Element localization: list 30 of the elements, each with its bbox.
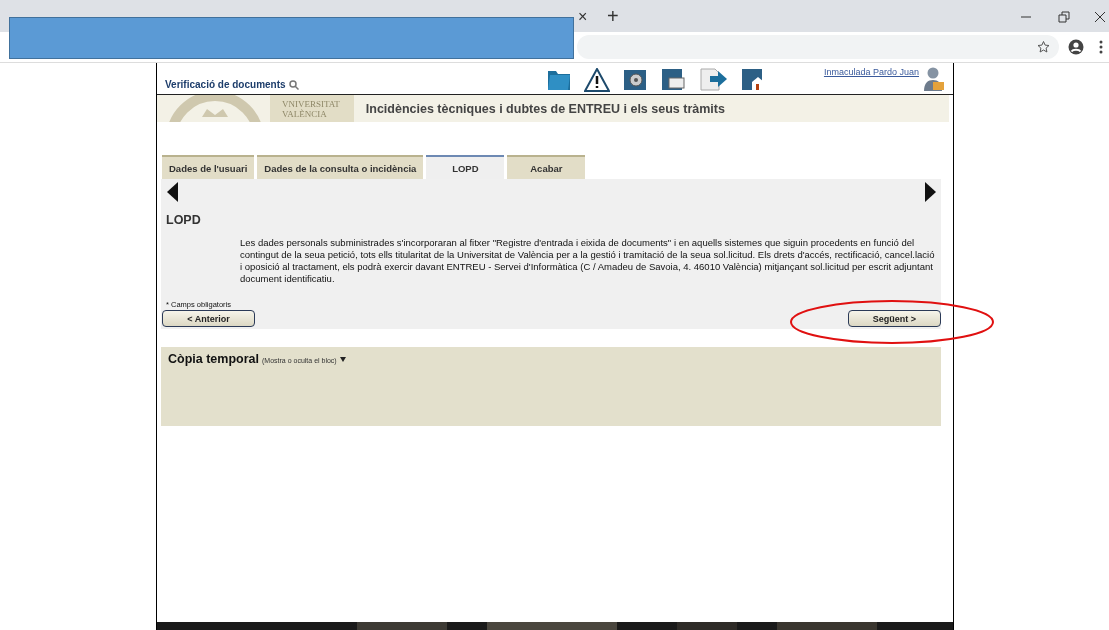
form-tab[interactable]: LOPD bbox=[426, 155, 505, 179]
next-button[interactable]: Següent > bbox=[848, 310, 941, 327]
previous-arrow-icon[interactable] bbox=[167, 182, 179, 202]
user-link[interactable]: Inmaculada Pardo Juan bbox=[823, 67, 919, 77]
menu-icon[interactable] bbox=[1099, 40, 1103, 54]
close-tab-button[interactable]: × bbox=[578, 8, 588, 26]
previous-button[interactable]: < Anterior bbox=[162, 310, 255, 327]
new-tab-button[interactable]: + bbox=[607, 5, 619, 28]
star-icon[interactable] bbox=[1037, 40, 1050, 54]
search-icon[interactable] bbox=[288, 79, 299, 90]
verify-documents-link[interactable]: Verificació de documents bbox=[165, 79, 286, 90]
profile-icon[interactable] bbox=[1068, 39, 1084, 55]
panel-title: Còpia temporal bbox=[168, 352, 259, 366]
document-arrow-icon[interactable] bbox=[697, 66, 728, 92]
caret-icon[interactable] bbox=[339, 356, 346, 362]
user-icon bbox=[923, 66, 945, 92]
form-tab[interactable]: Dades de l'usuari bbox=[162, 155, 255, 179]
close-icon[interactable] bbox=[1094, 11, 1106, 23]
next-arrow-icon[interactable] bbox=[924, 182, 936, 202]
form-tab[interactable]: Acabar bbox=[507, 155, 586, 179]
section-heading: LOPD bbox=[166, 213, 202, 227]
restore-icon[interactable] bbox=[1058, 11, 1070, 23]
warning-icon[interactable] bbox=[583, 68, 610, 92]
banner-title: Incidències tècniques i dubtes de ENTREU i els seus tràmits bbox=[365, 101, 725, 116]
form-tab[interactable]: Dades de la consulta o incidència bbox=[257, 155, 424, 179]
url-field[interactable] bbox=[577, 35, 1059, 59]
logo-text: VALÈNCIA bbox=[282, 108, 328, 119]
card-folder-icon[interactable] bbox=[659, 66, 686, 92]
privacy-paragraph: Les dades personals subministrades s'incorporaran al fitxer "Registre d'entrada i eixida de documents" i en aquells sistemes que siguin procedents en funció del contingut de la seua petició, tots ells titularitat de la Universitat de València per a la gestió i tramitació de la seua sol.licitud. Els drets d'accés, rectificació, cancel.lació i oposició al tractament, els podrà exercir davant ENTREU - Servei d'Informàtica (C / Amadeu de Savoia, 4. 46010 València) mitjançant sol.licitud per escrit adjuntant document identificatiu. bbox=[240, 237, 936, 285]
logo-text: VNIVERSITAT bbox=[282, 98, 340, 109]
